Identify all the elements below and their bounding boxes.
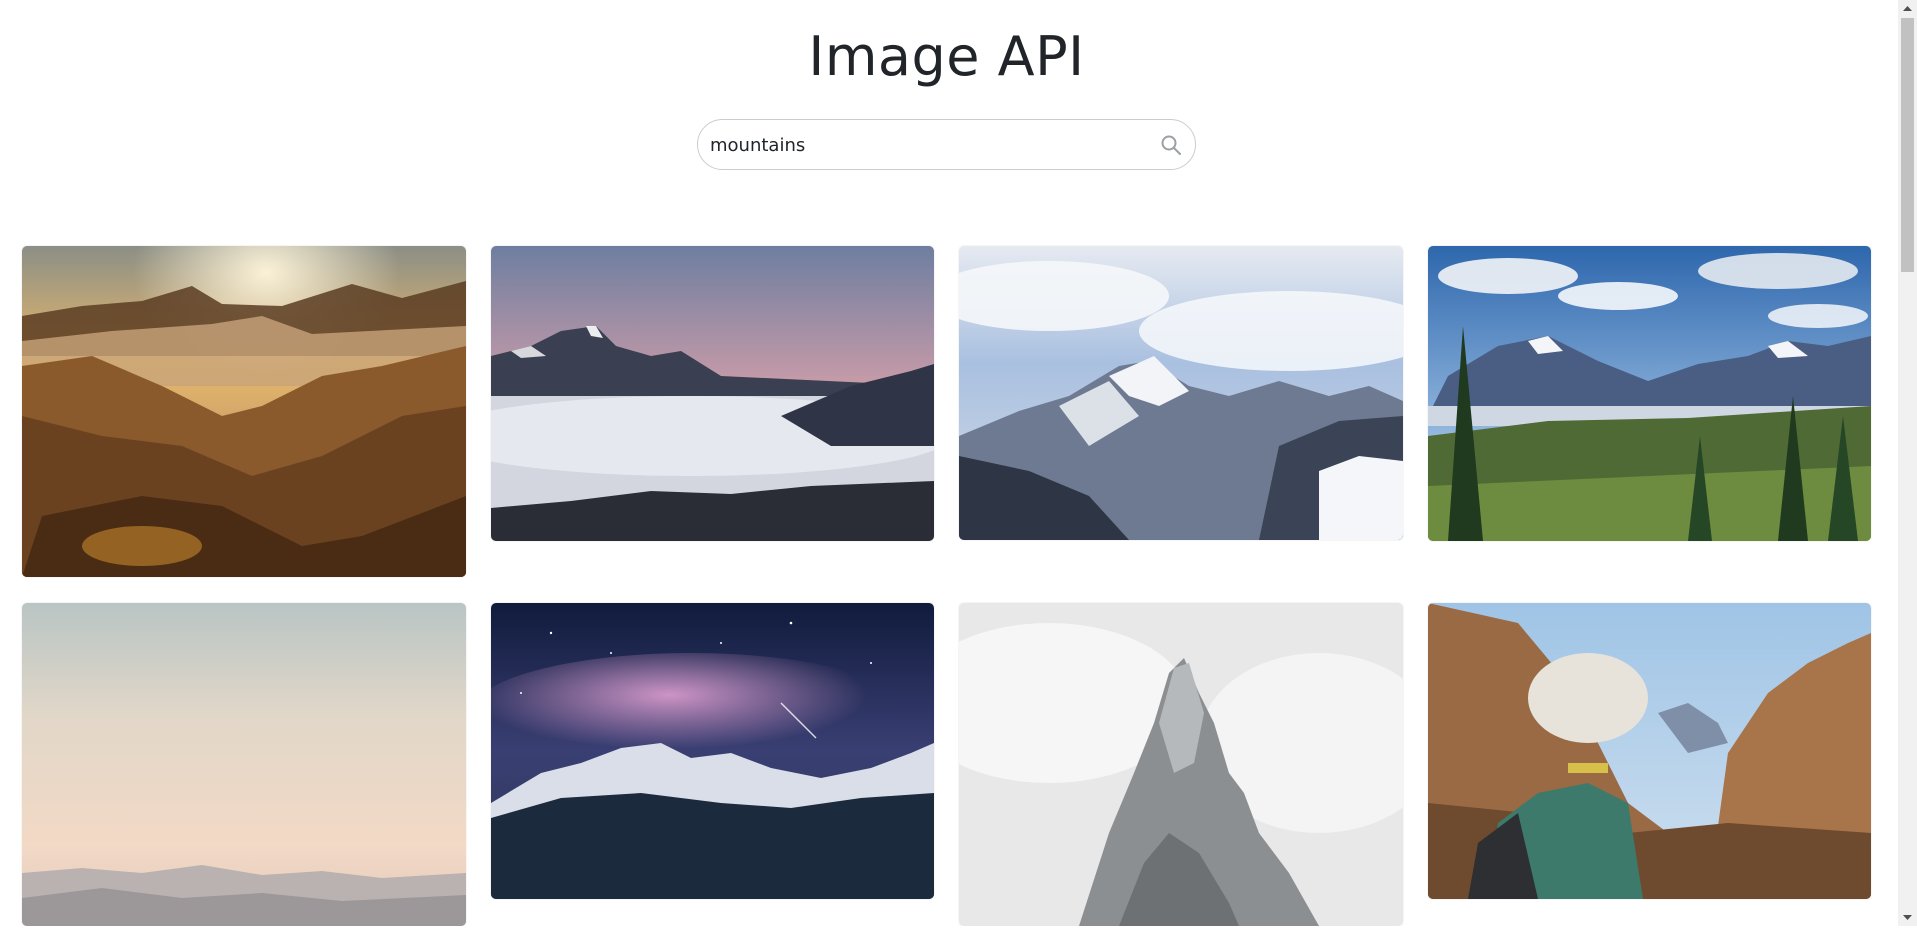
gallery-image [959, 603, 1403, 926]
search-icon[interactable] [1159, 133, 1183, 157]
scrollbar-thumb[interactable] [1901, 18, 1914, 272]
page: Image API [0, 0, 1898, 926]
scroll-down-icon[interactable] [1898, 909, 1917, 926]
gallery-image [22, 246, 466, 577]
gallery-image [1428, 246, 1871, 541]
gallery-image [1428, 603, 1871, 899]
image-card[interactable] [491, 603, 934, 899]
gallery-image [22, 603, 466, 926]
scroll-up-icon[interactable] [1898, 0, 1917, 17]
image-card[interactable] [22, 246, 466, 577]
gallery-image [491, 246, 934, 541]
image-card[interactable] [1428, 603, 1871, 899]
page-title: Image API [808, 25, 1085, 88]
image-card[interactable] [959, 603, 1403, 926]
gallery-image [959, 246, 1403, 540]
image-card[interactable] [1428, 246, 1871, 541]
vertical-scrollbar[interactable] [1898, 0, 1917, 926]
image-card[interactable] [491, 246, 934, 541]
search-bar [697, 119, 1196, 170]
gallery-image [491, 603, 934, 899]
image-card[interactable] [22, 603, 466, 926]
search-input[interactable] [710, 128, 1130, 162]
image-card[interactable] [959, 246, 1403, 540]
